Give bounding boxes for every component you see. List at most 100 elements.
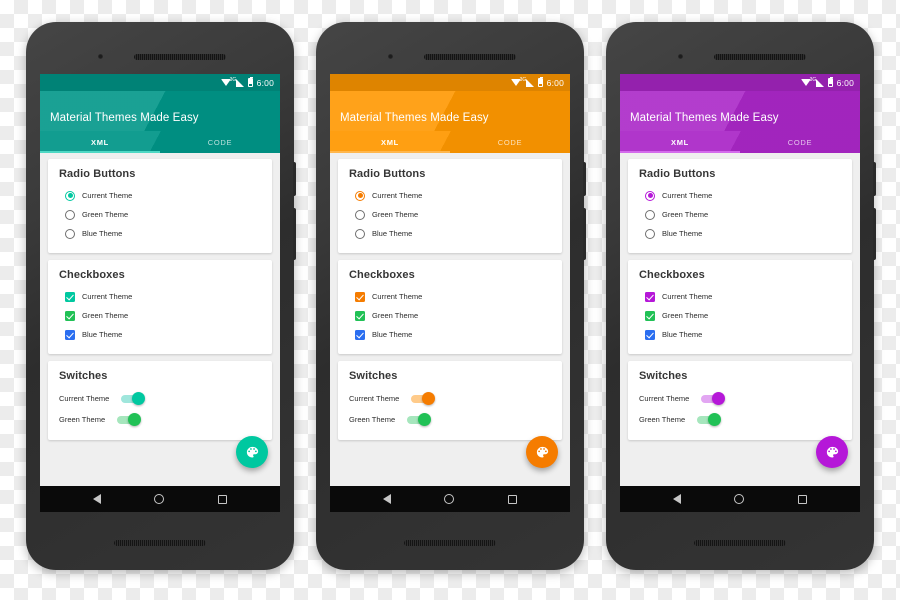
switch-green-theme[interactable] — [407, 413, 432, 426]
tab-xml[interactable]: XML — [620, 131, 740, 153]
checkbox-green-theme-label: Green Theme — [662, 311, 709, 320]
checkbox-option-row[interactable]: Green Theme — [349, 306, 551, 325]
theme-fab-button[interactable] — [816, 436, 848, 468]
checkbox-option-row[interactable]: Green Theme — [59, 306, 261, 325]
switch-green-theme[interactable] — [697, 413, 722, 426]
theme-fab-button[interactable] — [526, 436, 558, 468]
volume-button[interactable] — [293, 208, 296, 260]
radio-current-theme[interactable] — [645, 190, 655, 201]
checkbox-current-theme[interactable] — [65, 291, 75, 302]
power-button[interactable] — [293, 162, 296, 196]
radio-green-theme[interactable] — [645, 209, 655, 220]
content-scroll-area[interactable]: Radio Buttons Current Theme Green Theme … — [330, 153, 570, 486]
radio-current-theme[interactable] — [65, 190, 75, 201]
switch-option-row[interactable]: Green Theme — [349, 409, 551, 430]
radio-option-row[interactable]: Green Theme — [59, 205, 261, 224]
volume-button[interactable] — [583, 208, 586, 260]
radio-card-title: Radio Buttons — [59, 168, 136, 180]
radio-option-row[interactable]: Blue Theme — [639, 224, 841, 243]
power-button[interactable] — [583, 162, 586, 196]
checkbox-current-theme[interactable] — [355, 291, 365, 302]
checkbox-green-theme[interactable] — [645, 310, 655, 321]
app-title: Material Themes Made Easy — [630, 112, 779, 124]
radio-option-row[interactable]: Green Theme — [639, 205, 841, 224]
switch-green-theme-label: Green Theme — [639, 415, 686, 424]
recents-button-icon[interactable] — [218, 494, 228, 504]
checkbox-green-theme-label: Green Theme — [82, 311, 129, 320]
home-button-icon[interactable] — [154, 494, 165, 504]
checkboxes-card: Checkboxes Current Theme Green Theme Blu… — [628, 260, 852, 354]
tab-code[interactable]: CODE — [740, 131, 860, 153]
content-scroll-area[interactable]: Radio Buttons Current Theme Green Theme … — [620, 153, 860, 486]
status-bar-clock: 6:00 — [546, 77, 564, 88]
switch-option-row[interactable]: Current Theme — [349, 388, 551, 409]
teal-theme-phone: 3G 6:00 Material Themes Made Easy XML CO… — [26, 22, 296, 570]
power-button[interactable] — [873, 162, 876, 196]
radio-green-theme[interactable] — [65, 209, 75, 220]
switch-option-row[interactable]: Current Theme — [59, 388, 261, 409]
tab-bar: XML CODE — [330, 131, 570, 153]
theme-fab-button[interactable] — [236, 436, 268, 468]
tab-xml[interactable]: XML — [330, 131, 450, 153]
system-navigation-bar — [620, 486, 860, 512]
radio-option-row[interactable]: Blue Theme — [349, 224, 551, 243]
radio-option-row[interactable]: Blue Theme — [59, 224, 261, 243]
checkbox-green-theme[interactable] — [65, 310, 75, 321]
radio-blue-theme[interactable] — [65, 228, 75, 239]
signal-icon: 3G — [810, 77, 824, 87]
checkbox-blue-theme[interactable] — [645, 329, 655, 340]
radio-current-theme[interactable] — [355, 190, 365, 201]
volume-button[interactable] — [873, 208, 876, 260]
checkbox-option-row[interactable]: Blue Theme — [639, 325, 841, 344]
switch-current-theme[interactable] — [121, 392, 146, 405]
checkbox-green-theme[interactable] — [355, 310, 365, 321]
home-button-icon[interactable] — [734, 494, 745, 504]
checkbox-option-row[interactable]: Green Theme — [639, 306, 841, 325]
radio-option-row[interactable]: Current Theme — [349, 186, 551, 205]
switch-current-theme[interactable] — [701, 392, 726, 405]
switch-option-row[interactable]: Green Theme — [639, 409, 841, 430]
checkbox-current-theme[interactable] — [645, 291, 655, 302]
bottom-speaker-icon — [114, 540, 206, 546]
back-button-icon[interactable] — [382, 494, 391, 504]
switch-green-theme[interactable] — [117, 413, 142, 426]
checkbox-blue-theme[interactable] — [355, 329, 365, 340]
radio-blue-theme-label: Blue Theme — [82, 229, 123, 238]
switch-option-row[interactable]: Current Theme — [639, 388, 841, 409]
checkbox-blue-theme[interactable] — [65, 329, 75, 340]
checkbox-option-row[interactable]: Current Theme — [59, 287, 261, 306]
battery-icon — [827, 77, 833, 87]
radio-option-row[interactable]: Current Theme — [639, 186, 841, 205]
content-scroll-area[interactable]: Radio Buttons Current Theme Green Theme … — [40, 153, 280, 486]
tab-xml[interactable]: XML — [40, 131, 160, 153]
palette-icon — [536, 446, 548, 457]
checkbox-blue-theme-label: Blue Theme — [82, 330, 123, 339]
radio-blue-theme-label: Blue Theme — [662, 229, 703, 238]
checkbox-option-row[interactable]: Current Theme — [349, 287, 551, 306]
checkbox-option-row[interactable]: Blue Theme — [59, 325, 261, 344]
radio-green-theme[interactable] — [355, 209, 365, 220]
checkbox-option-row[interactable]: Current Theme — [639, 287, 841, 306]
home-button-icon[interactable] — [444, 494, 455, 504]
system-navigation-bar — [40, 486, 280, 512]
radio-option-row[interactable]: Current Theme — [59, 186, 261, 205]
radio-blue-theme[interactable] — [355, 228, 365, 239]
radio-blue-theme[interactable] — [645, 228, 655, 239]
radio-current-theme-label: Current Theme — [82, 191, 133, 200]
recents-button-icon[interactable] — [798, 494, 808, 504]
switch-green-theme-label: Green Theme — [349, 415, 396, 424]
switch-option-row[interactable]: Green Theme — [59, 409, 261, 430]
palette-icon — [826, 446, 838, 457]
switch-card-title: Switches — [349, 370, 398, 382]
switches-card: Switches Current Theme Green Theme — [48, 361, 272, 440]
tab-code[interactable]: CODE — [160, 131, 280, 153]
recents-button-icon[interactable] — [508, 494, 518, 504]
back-button-icon[interactable] — [92, 494, 101, 504]
earpiece-speaker-icon — [714, 54, 806, 60]
radio-option-row[interactable]: Green Theme — [349, 205, 551, 224]
checkbox-option-row[interactable]: Blue Theme — [349, 325, 551, 344]
back-button-icon[interactable] — [672, 494, 681, 504]
tab-code[interactable]: CODE — [450, 131, 570, 153]
phone-showcase: 3G 6:00 Material Themes Made Easy XML CO… — [0, 0, 900, 600]
switch-current-theme[interactable] — [411, 392, 436, 405]
